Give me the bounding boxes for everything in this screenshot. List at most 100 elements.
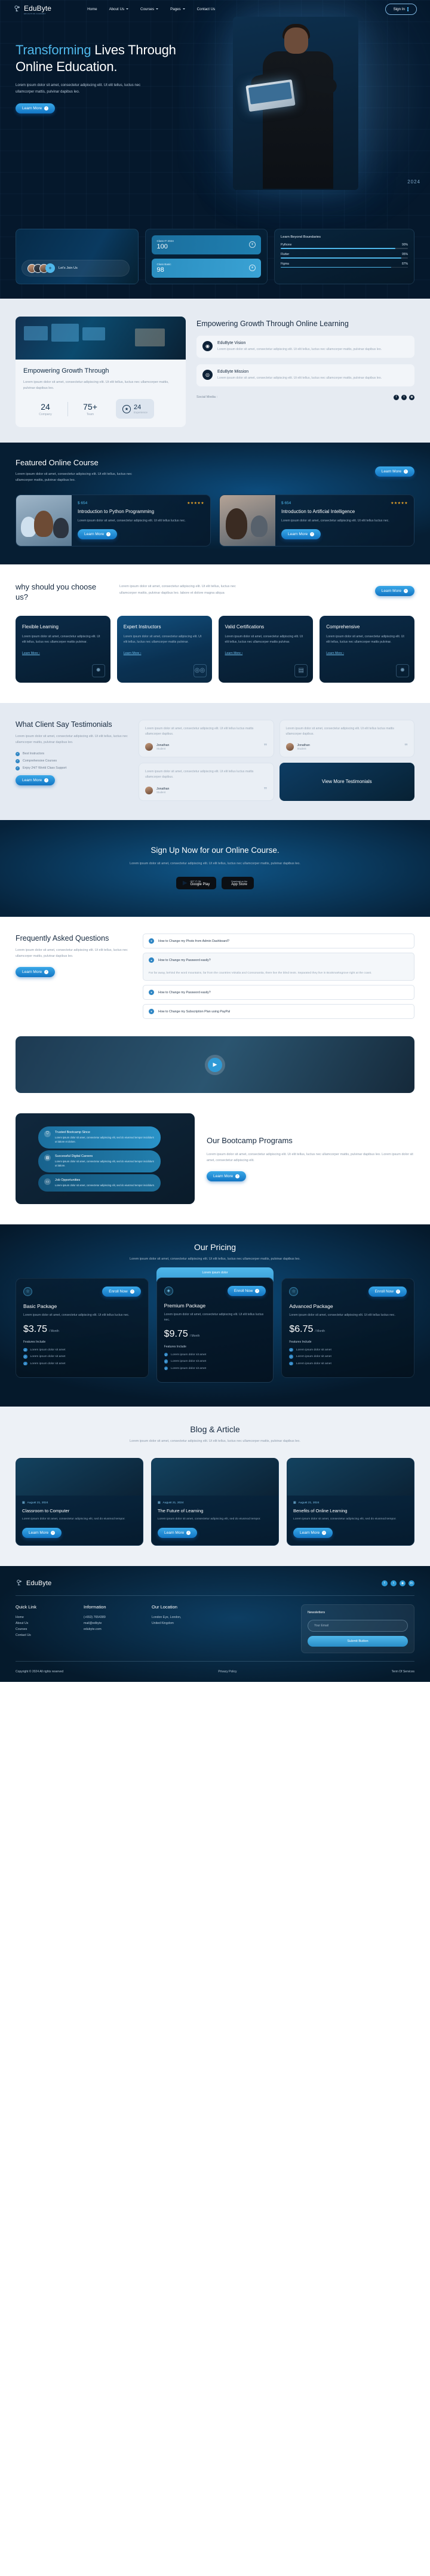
instagram-icon[interactable]: ◉	[409, 394, 414, 400]
instagram-icon[interactable]: ◉	[400, 1580, 406, 1586]
faq-item[interactable]: ▾ How to Change my Photo from Admin Dash…	[143, 934, 414, 949]
view-more-label: View More Testimonials	[321, 779, 372, 785]
terms-link[interactable]: Term Of Services	[392, 1670, 414, 1674]
faq-item[interactable]: ▾ How to Change my Subscription Plan usi…	[143, 1004, 414, 1020]
blog-card[interactable]: ▦ August 21, 2024 Benefits of Online Lear…	[287, 1458, 414, 1546]
twitter-icon[interactable]: t	[401, 394, 407, 400]
blog-card[interactable]: ▦ August 21, 2024 Classroom to Computer L…	[16, 1458, 143, 1546]
logo[interactable]: EduByte EDUCATION ACADEMY	[13, 3, 51, 15]
testimonial-row: Lorem ipsum dolor sit amet, consectetur …	[139, 763, 414, 801]
faq-learn-more-button[interactable]: Learn More ›	[16, 966, 56, 977]
footer-link-home[interactable]: Home	[16, 1614, 70, 1620]
blog-text-body: Lorem ipsum dolor sit amet, consectetur …	[293, 1518, 397, 1521]
why-card-flexible-learning[interactable]: Flexible Learning Lorem ipsum dolor sit …	[16, 615, 110, 683]
nav-item-home[interactable]: Home	[87, 7, 97, 11]
plan-includes-label: Features Include	[289, 1340, 312, 1344]
featured-learn-more-button[interactable]: Learn More ›	[374, 466, 414, 477]
footer: EduByte f t ◉ in Quick Link Home About U…	[0, 1566, 430, 1682]
faq-item[interactable]: ▾ How to Change my Password easily?	[143, 985, 414, 1000]
blog-learn-more-button[interactable]: Learn More ›	[158, 1527, 198, 1538]
arrow-icon: ›	[106, 532, 111, 537]
footer-link-courses[interactable]: Courses	[16, 1626, 70, 1632]
footer-logo[interactable]: EduByte	[16, 1579, 51, 1588]
bullet-label: Best Instructors	[23, 752, 45, 756]
footer-website[interactable]: edubyte.com	[84, 1626, 139, 1632]
privacy-policy-link[interactable]: Privacy Policy	[218, 1670, 236, 1674]
hero-cta-button[interactable]: Learn More ›	[16, 103, 56, 114]
plus-icon[interactable]: +	[249, 241, 256, 248]
check-icon: ✓	[289, 1361, 293, 1366]
why-card-valid-certifications[interactable]: Valid Certifications Lorem ipsum dolor s…	[218, 615, 314, 683]
card-learn-more-link[interactable]: Learn More ›	[124, 652, 142, 655]
arrow-icon: ›	[235, 1174, 240, 1179]
button-label: Learn More	[288, 532, 308, 537]
bootcamp-text: Lorem ipsum dolor sit amet, consectetur …	[207, 1153, 413, 1163]
faq-item-open[interactable]: ▴ How to Change my Password easily? Far …	[143, 953, 414, 981]
nav-item-pages[interactable]: Pages	[170, 7, 185, 11]
blog-card[interactable]: ▦ August 21, 2024 The Future of Learning …	[151, 1458, 279, 1546]
bootcamp-learn-more-button[interactable]: Learn More ›	[207, 1171, 247, 1182]
nav-item-contact-us[interactable]: Contact Us	[197, 7, 216, 11]
sign-in-button[interactable]: Sign In ›	[385, 3, 417, 15]
facebook-icon[interactable]: f	[382, 1580, 388, 1586]
footer-phone[interactable]: (+653) 7654389	[84, 1614, 139, 1620]
card-learn-more-link[interactable]: Learn More ›	[22, 652, 40, 655]
plus-icon[interactable]: +	[45, 263, 55, 273]
card-learn-more-link[interactable]: Learn More ›	[225, 652, 243, 655]
button-label: Learn More	[381, 589, 401, 594]
course-learn-more-button[interactable]: Learn More ›	[78, 529, 118, 540]
why-learn-more-button[interactable]: Learn More ›	[374, 586, 414, 597]
course-card[interactable]: $ 654 ★★★★★ Introduction to Artificial I…	[219, 494, 414, 547]
play-icon[interactable]: ▶	[208, 1057, 222, 1072]
footer-link-about-us[interactable]: About Us	[16, 1620, 70, 1626]
blog-title: Classroom to Computer	[22, 1508, 70, 1514]
class-label: Class Basic	[156, 262, 171, 266]
enroll-now-button[interactable]: Enroll Now ›	[102, 1286, 141, 1297]
plan-name: Basic Package	[23, 1303, 57, 1309]
nav-item-about-us[interactable]: About Us	[109, 7, 129, 11]
enroll-now-button[interactable]: Enroll Now ›	[368, 1286, 407, 1297]
blog-learn-more-button[interactable]: Learn More ›	[293, 1527, 333, 1538]
class-stats-card: Class IT 2024 100 + Class Basic 98 +	[145, 228, 268, 284]
faq-video-banner[interactable]: ▶	[16, 1036, 414, 1094]
linkedin-icon[interactable]: in	[408, 1580, 414, 1586]
chevron-down-icon: ▾	[149, 938, 154, 944]
footer-email[interactable]: mail@edbyte	[84, 1620, 139, 1626]
why-card-comprehensive[interactable]: Comprehensive Lorem ipsum dolor sit amet…	[320, 615, 414, 683]
stat-number: 75+	[83, 401, 97, 412]
class-box[interactable]: Class IT 2024 100 +	[151, 235, 261, 254]
google-play-button[interactable]: ▶ GET IT ON Google Play	[176, 877, 217, 890]
join-us-card[interactable]: + Let's Join Us	[16, 228, 139, 284]
skill-bar	[281, 267, 408, 268]
app-store-button[interactable]: Download on the App Store	[222, 877, 254, 890]
twitter-icon[interactable]: t	[391, 1580, 397, 1586]
logo-icon	[16, 1579, 24, 1588]
plus-icon[interactable]: +	[249, 265, 256, 272]
course-card[interactable]: $ 654 ★★★★★ Introduction to Python Progr…	[16, 494, 211, 547]
arrow-icon: ›	[51, 1530, 56, 1535]
arrow-icon: ›	[407, 7, 408, 11]
why-card-expert-instructors[interactable]: Expert Instructors Lorem ipsum dolor sit…	[116, 615, 212, 683]
footer-link-contact-us[interactable]: Contact Us	[16, 1632, 70, 1638]
blog-learn-more-button[interactable]: Learn More ›	[22, 1527, 62, 1538]
why-heading: why should you choose us?	[16, 582, 97, 602]
card-learn-more-link[interactable]: Learn More ›	[326, 652, 344, 655]
newsletter-box: Newsletters Submit Button	[301, 1604, 414, 1653]
enroll-now-button[interactable]: Enroll Now ›	[227, 1285, 266, 1296]
newsletter-submit-button[interactable]: Submit Button	[308, 1635, 408, 1647]
check-icon: ✓	[16, 759, 20, 763]
arrow-icon: ›	[255, 1288, 260, 1293]
course-learn-more-button[interactable]: Learn More ›	[281, 529, 321, 540]
hero-section: EduByte EDUCATION ACADEMY Home About Us …	[0, 0, 430, 299]
nav-item-courses[interactable]: Courses	[140, 7, 159, 11]
column-title: Our Location	[152, 1604, 177, 1610]
testimonials-learn-more-button[interactable]: Learn More ›	[16, 775, 56, 785]
newsletter-email-input[interactable]	[308, 1619, 408, 1632]
faq-section: Frequently Asked Questions Lorem ipsum d…	[0, 917, 430, 1024]
bullet-item: ✓ Enjoy 24/7 World Class Support	[16, 766, 129, 770]
feature-label: Lorem ipsum dolor sit amet	[296, 1362, 331, 1365]
facebook-icon[interactable]: f	[394, 394, 399, 400]
view-more-testimonials-card[interactable]: View More Testimonials	[279, 763, 414, 801]
pill-text: Lorem ipsum dolor sit amet, consectetur …	[55, 1184, 155, 1187]
class-box[interactable]: Class Basic 98 +	[151, 258, 261, 278]
